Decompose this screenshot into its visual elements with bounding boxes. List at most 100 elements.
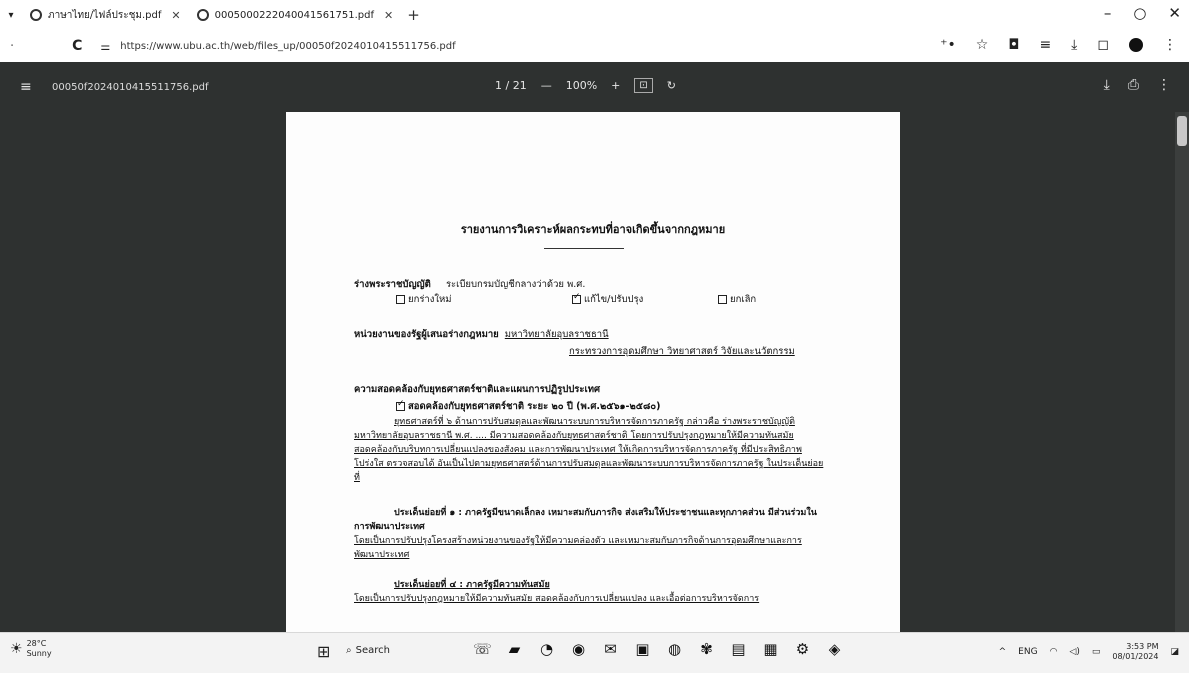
translate-icon[interactable]: ⁺•	[940, 37, 956, 53]
title-divider	[544, 248, 624, 249]
weather-widget[interactable]: ☀ 28°C Sunny	[10, 639, 52, 659]
agency-ministry: กระทรวงการอุดมศึกษา วิทยาศาสตร์ วิจัยและ…	[569, 346, 795, 357]
checkbox-amend	[572, 292, 581, 304]
folder-icon[interactable]: ▰	[505, 640, 524, 659]
page-current[interactable]: 1	[495, 79, 502, 92]
weather-condition: Sunny	[26, 649, 52, 658]
draft-label: ร่างพระราชบัญญัติ	[354, 279, 431, 290]
search-label: Search	[355, 645, 390, 656]
clock-date: 08/01/2024	[1112, 652, 1159, 661]
photos-icon[interactable]: ✾	[697, 640, 716, 659]
zoom-out-button[interactable]: —	[541, 79, 552, 92]
draft-row: ร่างพระราชบัญญัติ ระเบียบกรมบัญชีกลางว่า…	[354, 277, 585, 292]
chat-icon[interactable]: ☏	[473, 640, 492, 659]
taskbar-search[interactable]: ⌕ Search	[346, 645, 390, 656]
windows-start-icon[interactable]: ⊞	[317, 642, 330, 661]
address-bar: · C ⚌ https://www.ubu.ac.th/web/files_up…	[0, 30, 1189, 62]
page-indicator: 1 / 21	[495, 79, 527, 92]
pdf-page: รายงานการวิเคราะห์ผลกระทบที่อาจเกิดขึ้นจ…	[286, 112, 900, 632]
globe-icon	[196, 9, 209, 21]
pdf-filename: 00050f2024010415511756.pdf	[52, 82, 209, 93]
chrome-icon[interactable]: ◉	[569, 640, 588, 659]
checkbox-new	[396, 295, 405, 304]
agency-row: หน่วยงานของรัฐผู้เสนอร่างกฎหมาย มหาวิทยา…	[354, 327, 609, 342]
page-total: / 21	[505, 79, 527, 92]
close-window-icon[interactable]: ✕	[1168, 4, 1181, 22]
system-tray: ^ ENG ◠ ◁) ▭ 3:53 PM 08/01/2024 ◪	[999, 642, 1179, 662]
issue1-paragraph: โดยเป็นการปรับปรุงโครงสร้างหน่วยงานของรั…	[354, 536, 802, 560]
scrollbar[interactable]	[1175, 112, 1189, 632]
pdf-actions: ⤓ ⎙ ⋮	[1104, 77, 1171, 93]
agency-name: มหาวิทยาลัยอุบลราชธานี	[504, 329, 609, 340]
draft-name: ระเบียบกรมบัญชีกลางว่าด้วย พ.ศ.	[445, 279, 586, 290]
zoom-level[interactable]: 100%	[566, 79, 597, 92]
site-info-icon[interactable]: ⚌	[100, 40, 110, 53]
scroll-thumb[interactable]	[1177, 116, 1187, 146]
issue1-heading: ประเด็นย่อยที่ ๑ : ภาครัฐมีขนาดเล็กลง เห…	[354, 508, 817, 532]
sidepanel-icon[interactable]: ◻	[1097, 37, 1109, 53]
option-amend: แก้ไข/ปรับปรุง	[572, 292, 643, 307]
rotate-icon[interactable]: ↻	[667, 79, 676, 92]
tab-search-icon[interactable]: ▾	[0, 10, 22, 21]
tab-title: 0005000222040041561751.pdf	[214, 9, 374, 21]
close-tab-icon[interactable]: ✕	[384, 9, 393, 22]
issue2-paragraph: โดยเป็นการปรับปรุงกฎหมายให้มีความทันสมัย…	[354, 594, 760, 604]
settings-icon[interactable]: ⚙	[793, 640, 812, 659]
profile-avatar-icon[interactable]	[1129, 38, 1143, 52]
notification-icon[interactable]: ◪	[1170, 647, 1179, 657]
print-icon[interactable]: ⎙	[1128, 77, 1139, 93]
option-repeal: ยกเลิก	[718, 292, 756, 307]
store-icon[interactable]: ▣	[633, 640, 652, 659]
zoom-in-button[interactable]: +	[611, 79, 620, 92]
browser-icon[interactable]: ◈	[825, 640, 844, 659]
language-indicator[interactable]: ENG	[1018, 647, 1037, 657]
back-icon[interactable]: ·	[10, 39, 14, 54]
close-tab-icon[interactable]: ✕	[171, 9, 180, 22]
more-options-icon[interactable]: ⋮	[1157, 77, 1171, 93]
tab-1[interactable]: ภาษาไทย/ไฟล์ประชุม.pdf ✕	[22, 4, 189, 26]
maximize-icon[interactable]: ○	[1133, 4, 1146, 22]
weather-sun-icon: ☀	[10, 641, 23, 657]
new-tab-button[interactable]: +	[407, 6, 420, 24]
taskbar-apps: ☏ ▰ ◔ ◉ ✉ ▣ ◍ ✾ ▤ ▦ ⚙ ◈	[473, 640, 844, 659]
battery-icon[interactable]: ▭	[1092, 647, 1101, 657]
star-icon[interactable]: ☆	[976, 37, 989, 53]
window-controls: – ○ ✕	[1104, 4, 1181, 22]
weather-temp: 28°C	[26, 639, 47, 648]
extensions-icon[interactable]: ◘	[1008, 37, 1019, 53]
clock[interactable]: 3:53 PM 08/01/2024	[1112, 642, 1158, 662]
screen: ▾ ภาษาไทย/ไฟล์ประชุม.pdf ✕ 0005000222040…	[0, 0, 1189, 673]
teams-icon[interactable]: ◍	[665, 640, 684, 659]
agency-label: หน่วยงานของรัฐผู้เสนอร่างกฎหมาย	[354, 329, 499, 340]
reload-icon[interactable]: C	[72, 38, 82, 54]
tab-2[interactable]: 0005000222040041561751.pdf ✕	[189, 4, 402, 26]
option-label: ยกร่างใหม่	[408, 294, 452, 305]
issue2-heading: ประเด็นย่อยที่ ๔ : ภาครัฐมีความทันสมัย	[394, 580, 550, 590]
clock-time: 3:53 PM	[1126, 642, 1159, 651]
url-field[interactable]: https://www.ubu.ac.th/web/files_up/00050…	[120, 41, 455, 52]
word-icon[interactable]: ▤	[729, 640, 748, 659]
excel-icon[interactable]: ▦	[761, 640, 780, 659]
option-label: แก้ไข/ปรับปรุง	[584, 294, 644, 305]
option-new: ยกร่างใหม่	[396, 292, 452, 307]
search-icon: ⌕	[346, 645, 352, 656]
strategy-check-row: สอดคล้องกับยุทธศาสตร์ชาติ ระยะ ๒๐ ปี (พ.…	[396, 399, 660, 414]
fit-page-icon[interactable]: ⊡	[634, 78, 653, 93]
wifi-icon[interactable]: ◠	[1050, 647, 1058, 657]
weather-text: 28°C Sunny	[27, 639, 52, 659]
tray-chevron-icon[interactable]: ^	[999, 647, 1007, 657]
strategy-check-label: สอดคล้องกับยุทธศาสตร์ชาติ ระยะ ๒๐ ปี (พ.…	[408, 401, 661, 412]
volume-icon[interactable]: ◁)	[1069, 647, 1079, 657]
minimize-icon[interactable]: –	[1104, 4, 1112, 22]
taskbar: ☀ 28°C Sunny ⊞ ⌕ Search ☏ ▰ ◔ ◉ ✉ ▣ ◍ ✾ …	[0, 632, 1189, 673]
mail-icon[interactable]: ✉	[601, 640, 620, 659]
download-icon[interactable]: ⤓	[1071, 37, 1077, 53]
pdf-toolbar: ≡ 00050f2024010415511756.pdf 1 / 21 — 10…	[0, 62, 1189, 112]
pdf-page-controls: 1 / 21 — 100% + ⊡ ↻	[495, 78, 676, 93]
hamburger-menu-icon[interactable]: ≡	[20, 79, 32, 95]
consistency-heading: ความสอดคล้องกับยุทธศาสตร์ชาติและแผนการปฏ…	[354, 384, 601, 395]
reading-icon[interactable]: ≡	[1039, 37, 1051, 53]
edge-icon[interactable]: ◔	[537, 640, 556, 659]
download-pdf-icon[interactable]: ⤓	[1104, 77, 1110, 93]
menu-icon[interactable]: ⋮	[1163, 37, 1177, 53]
